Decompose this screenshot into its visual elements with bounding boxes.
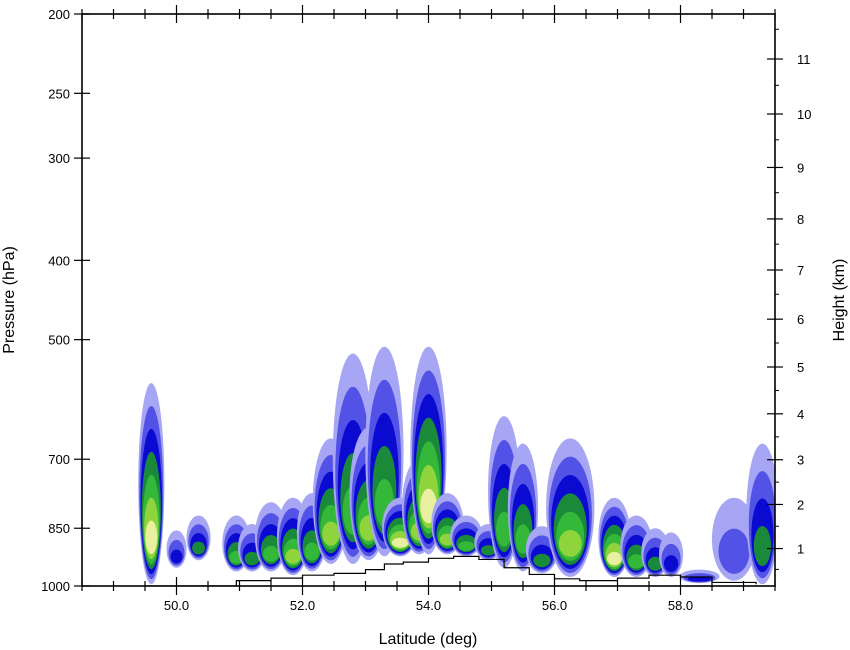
contour-cell [138, 383, 165, 585]
contour-level-4 [458, 541, 475, 551]
y-tick-label-right: 7 [797, 263, 804, 278]
y-tick-label-right: 10 [797, 107, 811, 122]
contour-level-4 [262, 545, 280, 562]
x-tick-label: 56.0 [542, 598, 567, 613]
y-tick-label-left: 1000 [41, 579, 70, 594]
y-tick-label-right: 8 [797, 212, 804, 227]
y-tick-label-left: 400 [48, 253, 70, 268]
contour-level-6 [145, 520, 158, 555]
y-tick-label-left: 250 [48, 86, 70, 101]
y-tick-label-right: 2 [797, 497, 804, 512]
y-tick-label-right: 9 [797, 160, 804, 175]
x-tick-label: 54.0 [416, 598, 441, 613]
contour-level-5 [285, 548, 301, 564]
y-tick-label-left: 300 [48, 151, 70, 166]
contour-cell [166, 530, 187, 568]
contour-level-1 [718, 528, 750, 574]
contour-level-6 [391, 537, 409, 548]
x-tick-label: 50.0 [164, 598, 189, 613]
y-tick-label-right: 1 [797, 542, 804, 557]
y-tick-label-right: 3 [797, 453, 804, 468]
chart: 50.0 52.0 54.0 56.0 58.0 1000 850 700 500 400 300… [0, 0, 850, 650]
contour-cell [186, 515, 211, 561]
contour-level-3 [192, 541, 206, 555]
contour-level-5 [322, 521, 340, 546]
y-tick-label-left: 700 [48, 452, 70, 467]
y-tick-label-right: 6 [797, 312, 804, 327]
contour-level-6 [606, 551, 622, 566]
y-axis-left-title: Pressure (hPa) [1, 246, 18, 354]
contour-cell [746, 443, 775, 585]
contour-cell [546, 438, 595, 578]
y-axis-right-title: Height (km) [831, 259, 848, 342]
contour-level-5 [558, 530, 582, 557]
contour-level-2 [663, 555, 679, 572]
contour-level-4 [304, 542, 320, 561]
x-axis-title: Latitude (deg) [379, 631, 478, 648]
contour-level-2 [170, 549, 183, 564]
y-tick-label-right: 5 [797, 360, 804, 375]
contour-cell [679, 569, 720, 584]
y-tick-label-left: 850 [48, 521, 70, 536]
contour-cell [658, 532, 684, 578]
x-tick-label: 52.0 [290, 598, 315, 613]
y-tick-label-right: 4 [797, 407, 804, 422]
y-tick-label-left: 200 [48, 7, 70, 22]
contour-level-3 [753, 525, 772, 567]
x-tick-label: 58.0 [668, 598, 693, 613]
contour-level-3 [533, 553, 551, 568]
y-tick-label-right: 11 [797, 52, 811, 67]
y-tick-label-left: 500 [48, 333, 70, 348]
